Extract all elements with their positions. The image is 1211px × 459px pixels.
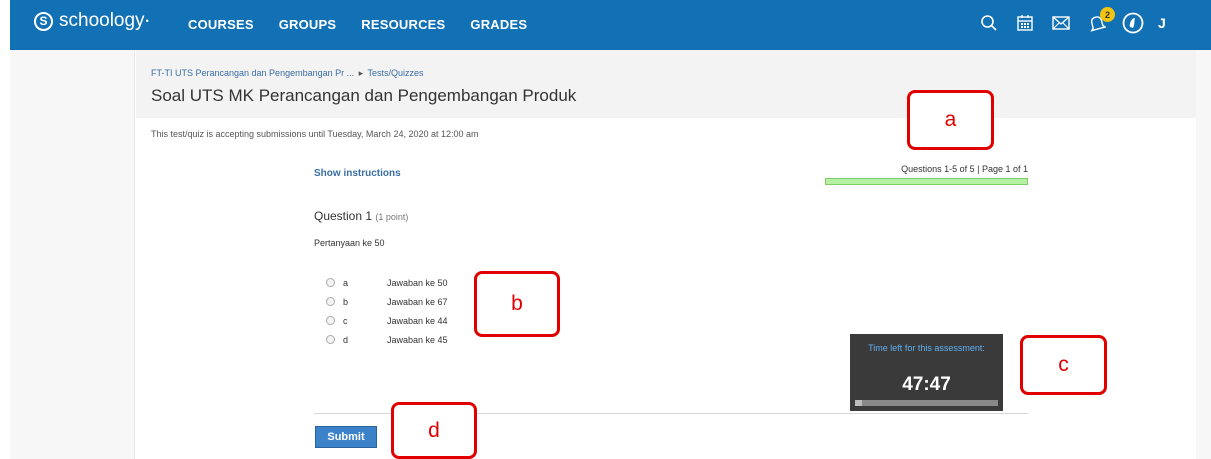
radio-button[interactable] (326, 316, 335, 325)
question-points: (1 point) (375, 212, 409, 222)
top-nav-bar: S schoology • COURSES GROUPS RESOURCES GR… (10, 0, 1211, 50)
trademark-icon: • (145, 16, 149, 26)
breadcrumb-section-link[interactable]: Tests/Quizzes (368, 68, 424, 78)
logo-icon: S (34, 11, 53, 31)
timer-progress-bar (855, 400, 998, 406)
calendar-icon[interactable] (1012, 10, 1038, 36)
notification-badge: 2 (1100, 7, 1115, 22)
radio-button[interactable] (326, 278, 335, 287)
user-name-initial[interactable]: J (1158, 15, 1166, 31)
timer-progress-fill (855, 400, 863, 406)
schoology-logo[interactable]: S schoology • (34, 10, 149, 32)
answer-text: Jawaban ke 45 (387, 334, 448, 345)
search-icon[interactable] (976, 10, 1002, 36)
progress-bar (825, 178, 1028, 185)
left-sidebar (10, 50, 135, 459)
answer-text: Jawaban ke 50 (387, 277, 448, 288)
submission-deadline-text: This test/quiz is accepting submissions … (151, 129, 479, 139)
logo-text: schoology (59, 10, 145, 31)
progress-bar-fill (826, 179, 1027, 184)
answer-letter: d (343, 334, 349, 345)
annotation-callout-c: c (1020, 335, 1107, 395)
timer-value: 47:47 (902, 374, 951, 395)
answer-text: Jawaban ke 67 (387, 296, 448, 307)
timer-label: Time left for this assessment: (868, 343, 985, 353)
notifications-bell-icon[interactable]: 2 (1084, 7, 1115, 36)
page-header: FT-TI UTS Perancangan dan Pengembangan P… (136, 50, 1196, 118)
answer-letter: a (343, 277, 349, 288)
mail-icon[interactable] (1048, 10, 1074, 36)
right-sidebar (1196, 50, 1211, 459)
nav-groups[interactable]: GROUPS (279, 17, 337, 32)
nav-grades[interactable]: GRADES (470, 17, 527, 32)
question-text: Pertanyaan ke 50 (314, 238, 385, 248)
show-instructions-link[interactable]: Show instructions (314, 168, 401, 179)
answer-option[interactable]: a Jawaban ke 50 (326, 273, 448, 292)
question-title: Question 1 (1 point) (314, 209, 408, 223)
page-title: Soal UTS MK Perancangan dan Pengembangan… (151, 86, 577, 105)
breadcrumb-arrow-icon: ▸ (358, 68, 364, 78)
nav-icons: 2 J (976, 7, 1166, 36)
user-avatar-icon[interactable] (1120, 10, 1146, 36)
radio-button[interactable] (326, 297, 335, 306)
answer-options: a Jawaban ke 50 b Jawaban ke 67 c Jawaba… (326, 273, 448, 349)
progress-text: Questions 1-5 of 5 | Page 1 of 1 (901, 164, 1028, 174)
submit-button[interactable]: Submit (315, 426, 377, 448)
answer-text: Jawaban ke 44 (387, 315, 448, 326)
annotation-callout-b: b (474, 271, 560, 337)
answer-option[interactable]: d Jawaban ke 45 (326, 330, 448, 349)
assessment-timer: Time left for this assessment: 47:47 (850, 334, 1003, 411)
nav-courses[interactable]: COURSES (188, 17, 254, 32)
main-nav: COURSES GROUPS RESOURCES GRADES (188, 17, 552, 32)
answer-option[interactable]: b Jawaban ke 67 (326, 292, 448, 311)
question-number: Question 1 (314, 209, 373, 223)
answer-letter: c (343, 315, 348, 326)
annotation-callout-d: d (391, 402, 477, 459)
breadcrumb-course-link[interactable]: FT-TI UTS Perancangan dan Pengembangan P… (151, 68, 354, 78)
nav-resources[interactable]: RESOURCES (361, 17, 445, 32)
breadcrumb: FT-TI UTS Perancangan dan Pengembangan P… (151, 68, 424, 79)
radio-button[interactable] (326, 335, 335, 344)
annotation-callout-a: a (907, 90, 994, 150)
answer-letter: b (343, 296, 349, 307)
answer-option[interactable]: c Jawaban ke 44 (326, 311, 448, 330)
